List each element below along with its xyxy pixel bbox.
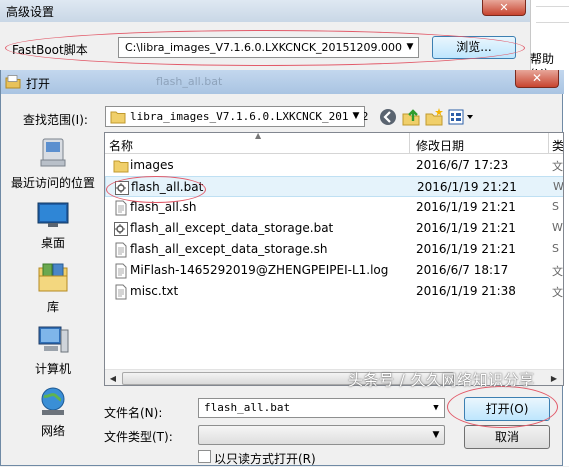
column-header-row: 名称 ▲ 修改日期 类 — [105, 133, 564, 154]
text-file-icon — [113, 284, 129, 300]
network-icon — [41, 387, 65, 415]
file-name-value: flash_all.bat — [204, 401, 291, 414]
chevron-down-icon[interactable]: ▼ — [348, 107, 364, 126]
scroll-right-icon[interactable]: ▶ — [547, 372, 561, 385]
look-in-label: 查找范围(I): — [23, 113, 88, 127]
readonly-label: 以只读方式打开(R) — [214, 452, 316, 466]
back-icon[interactable] — [378, 107, 398, 127]
text-file-icon — [113, 242, 129, 258]
title-ghost-text: flash_all.bat — [156, 75, 223, 88]
recent-places-icon — [40, 138, 66, 167]
file-name-label: 文件名(N): — [104, 406, 163, 420]
flash-all-annotation-ellipse — [106, 176, 206, 203]
fastboot-annotation-ellipse — [5, 30, 525, 66]
file-list[interactable]: 名称 ▲ 修改日期 类 images 2016/6/7 17:23 文 flash_a… — [104, 132, 564, 386]
file-date-cell: 2016/1/19 21:21 — [416, 221, 516, 235]
desktop-icon — [37, 202, 69, 227]
file-type-cell: S — [552, 242, 559, 255]
divider — [536, 6, 569, 7]
column-header-date[interactable]: 修改日期 — [411, 133, 549, 154]
file-name-cell: images — [130, 158, 174, 172]
place-label: 最近访问的位置 — [10, 176, 95, 190]
advanced-settings-title: 高级设置 — [6, 5, 55, 19]
computer-icon — [38, 326, 69, 353]
place-label: 桌面 — [40, 236, 65, 250]
file-type-cell: 文 — [552, 160, 563, 173]
file-name-cell: MiFlash-1465292019@ZHENGPEIPEI-L1.log — [130, 263, 389, 277]
column-type-label: 类 — [552, 139, 564, 153]
column-name-label: 名称 — [109, 139, 134, 153]
file-date-cell: 2016/1/19 21:21 — [416, 242, 516, 256]
divider — [536, 22, 569, 23]
file-type-label: 文件类型(T): — [104, 430, 173, 444]
scroll-left-icon[interactable]: ◀ — [106, 372, 120, 385]
place-computer[interactable]: 计算机 — [7, 324, 99, 377]
libraries-icon — [38, 263, 68, 292]
file-name-cell: misc.txt — [130, 284, 179, 298]
file-date-cell: 2016/6/7 17:23 — [416, 158, 509, 172]
up-folder-icon[interactable] — [401, 107, 421, 127]
file-name-input[interactable]: flash_all.bat ▼ — [198, 398, 445, 418]
column-date-label: 修改日期 — [416, 139, 465, 153]
file-type-cell: S — [552, 200, 559, 213]
text-file-icon — [113, 263, 129, 279]
new-folder-icon[interactable] — [424, 107, 444, 127]
table-row[interactable]: misc.txt 2016/1/19 21:38 文 — [105, 281, 563, 302]
folder-icon — [5, 75, 21, 89]
file-type-cell: 文 — [552, 286, 563, 299]
place-label: 网络 — [40, 424, 65, 438]
open-dialog-title: 打开 — [26, 77, 51, 91]
table-row[interactable]: flash_all_except_data_storage.sh 2016/1/1… — [105, 239, 563, 260]
file-date-cell: 2016/1/19 21:38 — [416, 284, 516, 298]
file-date-cell: 2016/1/19 21:21 — [416, 200, 516, 214]
file-type-cell: 文 — [552, 265, 563, 278]
file-date-cell: 2016/1/19 21:21 — [417, 180, 517, 194]
place-label: 库 — [46, 300, 59, 314]
place-label: 计算机 — [34, 362, 71, 376]
place-desktop[interactable]: 桌面 — [7, 200, 99, 251]
place-libraries[interactable]: 库 — [7, 262, 99, 315]
chevron-down-icon[interactable]: ▼ — [428, 426, 444, 444]
file-type-cell: W — [552, 221, 563, 234]
file-type-cell: W — [553, 180, 564, 193]
open-annotation-ellipse — [447, 386, 558, 428]
open-file-dialog: 打开 flash_all.bat ✕ 查找范围(I): libra_images… — [0, 70, 564, 466]
table-row[interactable]: flash_all_except_data_storage.bat 2016/1/… — [105, 218, 563, 239]
advanced-settings-close-button[interactable]: ✕ — [482, 0, 526, 16]
readonly-checkbox[interactable] — [198, 450, 211, 463]
text-file-icon — [113, 200, 129, 216]
file-type-select[interactable]: ▼ — [198, 425, 445, 445]
file-date-cell: 2016/6/7 18:17 — [416, 263, 509, 277]
place-recent[interactable]: 最近访问的位置 — [7, 136, 99, 191]
table-row[interactable]: MiFlash-1465292019@ZHENGPEIPEI-L1.log 201… — [105, 260, 563, 281]
batch-file-icon — [113, 221, 129, 237]
place-network[interactable]: 网络 — [7, 386, 99, 439]
look-in-combo[interactable]: libra_images_V7.1.6.0.LXKCNCK_201512 ▼ — [105, 106, 369, 127]
sort-ascending-icon: ▲ — [255, 132, 262, 140]
view-menu-icon[interactable] — [447, 107, 475, 127]
watermark: 头条号 / 久久网络知识分享 — [348, 371, 535, 389]
column-header-type[interactable]: 类 — [549, 133, 564, 154]
folder-icon — [113, 158, 129, 174]
open-dialog-titlebar: 打开 flash_all.bat — [1, 70, 564, 94]
chevron-down-icon[interactable]: ▼ — [428, 399, 444, 417]
folder-icon — [110, 111, 126, 124]
cancel-button[interactable]: 取消 — [464, 425, 550, 449]
file-name-cell: flash_all_except_data_storage.sh — [130, 242, 328, 256]
open-dialog-close-button[interactable]: ✕ — [515, 70, 559, 88]
look-in-value: libra_images_V7.1.6.0.LXKCNCK_201512 — [130, 110, 369, 123]
file-name-cell: flash_all_except_data_storage.bat — [130, 221, 334, 235]
table-row[interactable]: images 2016/6/7 17:23 文 — [105, 155, 563, 176]
column-header-name[interactable]: 名称 ▲ — [105, 133, 410, 154]
